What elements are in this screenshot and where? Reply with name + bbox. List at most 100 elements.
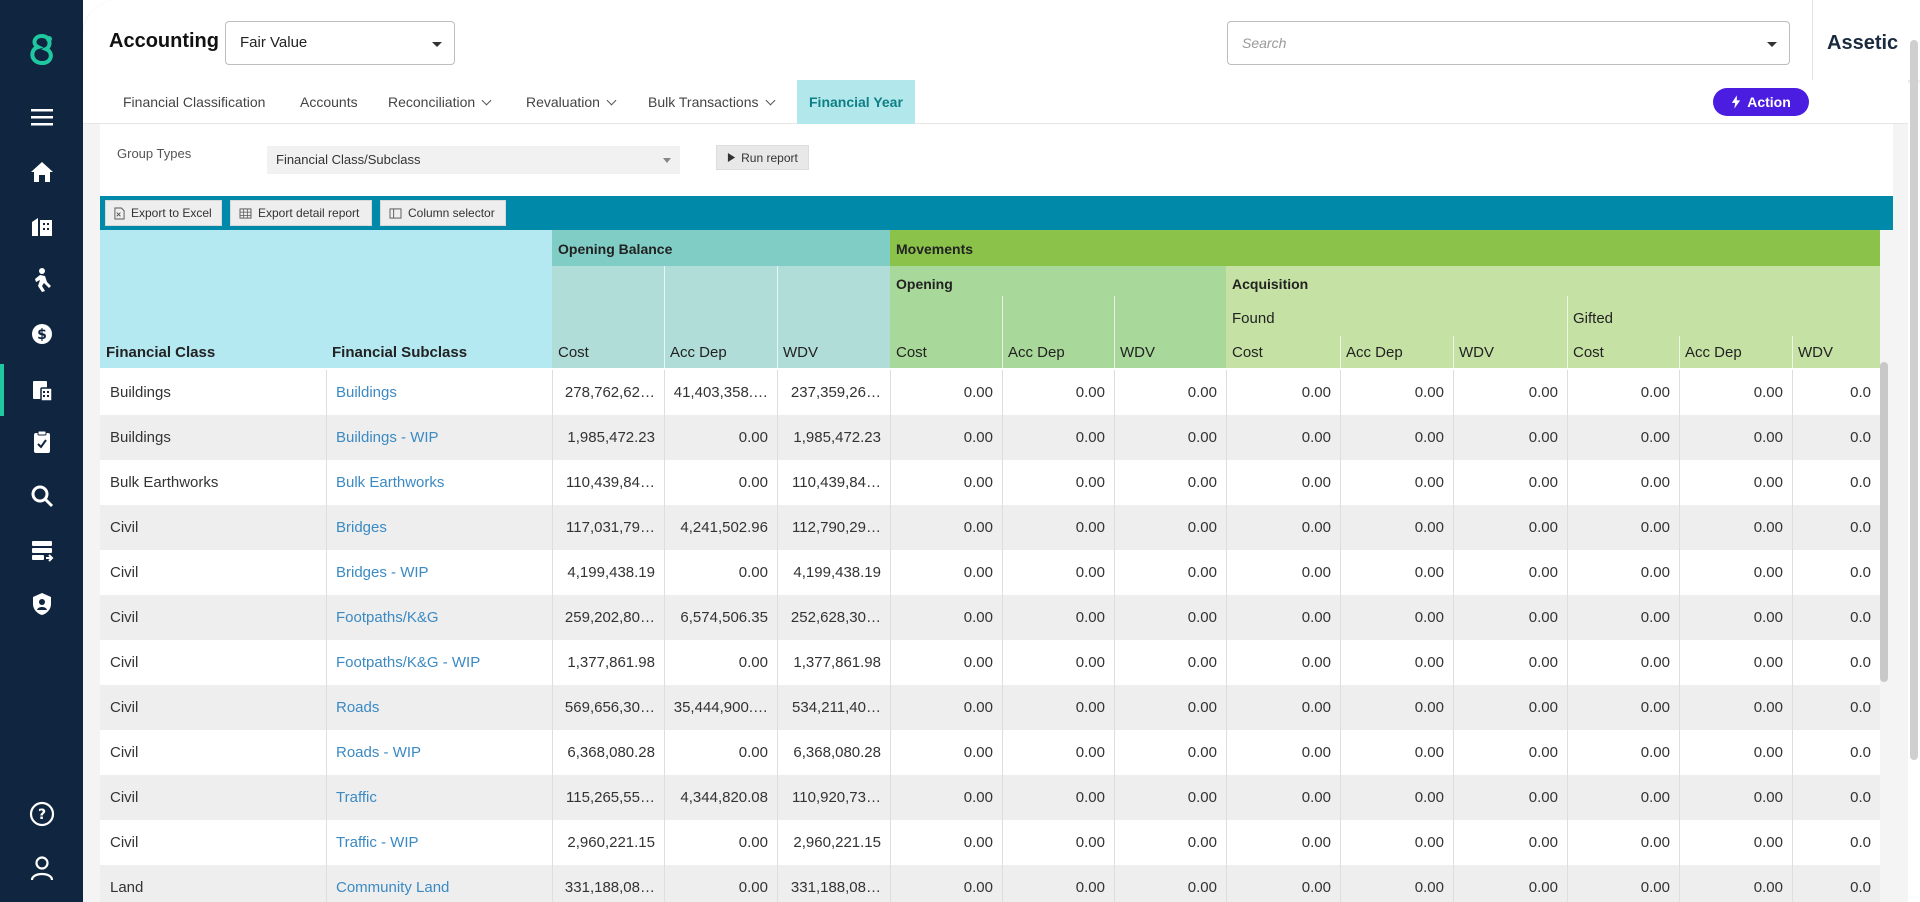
table-row[interactable]: Civil Bridges - WIP 4,199,438.19 0.00 4,199,… bbox=[100, 550, 1880, 595]
cell-value: 0.00 bbox=[1640, 384, 1670, 401]
mode-select[interactable]: Fair Value bbox=[225, 21, 455, 65]
header-acc-dep[interactable]: Acc Dep bbox=[664, 344, 727, 361]
tab-financial-year[interactable]: Financial Year bbox=[797, 80, 915, 124]
table-row[interactable]: Civil Footpaths/K&G 259,202,80… 6,574,506.3… bbox=[100, 595, 1880, 640]
table-row[interactable]: Civil Bridges 117,031,79… 4,241,502.96 112,7… bbox=[100, 505, 1880, 550]
caret-down-icon bbox=[1767, 42, 1777, 47]
tab-revaluation[interactable]: Revaluation bbox=[526, 80, 617, 124]
cell-financial-subclass-link[interactable]: Traffic bbox=[326, 775, 552, 820]
table-row[interactable]: Civil Roads 569,656,30… 35,444,900.… 534,211… bbox=[100, 685, 1880, 730]
search-icon[interactable] bbox=[0, 476, 83, 516]
header-gifted: Gifted bbox=[1573, 310, 1614, 327]
tab-reconciliation[interactable]: Reconciliation bbox=[388, 80, 492, 124]
cell-value: 278,762,62… bbox=[564, 384, 655, 401]
page-scrollbar[interactable] bbox=[1910, 40, 1918, 760]
header-financial-class[interactable]: Financial Class bbox=[100, 344, 215, 361]
header-financial-subclass[interactable]: Financial Subclass bbox=[326, 344, 467, 361]
header-wdv[interactable]: WDV bbox=[1114, 344, 1155, 361]
table-row[interactable]: Land Community Land 331,188,08… 0.00 331,188… bbox=[100, 865, 1880, 902]
header-acc-dep[interactable]: Acc Dep bbox=[1340, 344, 1403, 361]
task-icon[interactable] bbox=[0, 422, 83, 462]
header-cost[interactable]: Cost bbox=[1567, 344, 1604, 361]
buildings-icon[interactable] bbox=[0, 206, 83, 246]
app-title: Accounting bbox=[109, 30, 219, 52]
cell-value: 1,377,861.98 bbox=[793, 654, 881, 671]
grid-scrollbar[interactable] bbox=[1880, 362, 1888, 682]
table-row[interactable]: Civil Traffic 115,265,55… 4,344,820.08 110,9… bbox=[100, 775, 1880, 820]
cell-value: 0.00 bbox=[1528, 384, 1558, 401]
cell-financial-subclass-link[interactable]: Roads - WIP bbox=[326, 730, 552, 775]
header-acc-dep[interactable]: Acc Dep bbox=[1679, 344, 1742, 361]
header-divider bbox=[1340, 336, 1341, 368]
cell-value: 112,790,29… bbox=[792, 519, 881, 536]
cell-value: 4,241,502.96 bbox=[680, 519, 768, 536]
cell-value: 0.00 bbox=[963, 744, 993, 761]
header-wdv[interactable]: WDV bbox=[1792, 344, 1833, 361]
tab-accounts[interactable]: Accounts bbox=[300, 80, 358, 124]
cell-value: 0.00 bbox=[1753, 519, 1783, 536]
table-row[interactable]: Civil Footpaths/K&G - WIP 1,377,861.98 0.00… bbox=[100, 640, 1880, 685]
cell-value: 0.00 bbox=[1075, 744, 1105, 761]
cell-financial-subclass-link[interactable]: Footpaths/K&G bbox=[326, 595, 552, 640]
header-cost[interactable]: Cost bbox=[1226, 344, 1263, 361]
table-row[interactable]: Buildings Buildings 278,762,62… 41,403,358.… bbox=[100, 370, 1880, 415]
header-divider bbox=[777, 266, 778, 368]
cell-value: 0.00 bbox=[1075, 654, 1105, 671]
help-icon[interactable]: ? bbox=[0, 794, 83, 834]
cell-value: 0.00 bbox=[963, 654, 993, 671]
menu-icon[interactable] bbox=[0, 97, 83, 137]
group-types-select[interactable]: Financial Class/Subclass bbox=[267, 146, 680, 174]
cell-value: 0.0 bbox=[1850, 789, 1871, 806]
column-selector-button[interactable]: Column selector bbox=[380, 200, 506, 226]
home-icon[interactable] bbox=[0, 152, 83, 192]
cell-financial-subclass-link[interactable]: Bridges bbox=[326, 505, 552, 550]
cell-value: 0.00 bbox=[963, 834, 993, 851]
cell-value: 331,188,08… bbox=[790, 879, 881, 896]
user-icon[interactable] bbox=[0, 848, 83, 888]
table-row[interactable]: Civil Roads - WIP 6,368,080.28 0.00 6,368,08… bbox=[100, 730, 1880, 775]
cell-financial-subclass-link[interactable]: Roads bbox=[326, 685, 552, 730]
cell-financial-class: Civil bbox=[110, 789, 139, 806]
data-transfer-icon[interactable] bbox=[0, 530, 83, 570]
search-placeholder: Search bbox=[1242, 35, 1287, 51]
cell-value: 331,188,08… bbox=[564, 879, 655, 896]
header-cost[interactable]: Cost bbox=[552, 344, 589, 361]
finance-icon[interactable]: $ bbox=[0, 314, 83, 354]
cell-value: 0.00 bbox=[1640, 519, 1670, 536]
cell-value: 0.00 bbox=[1301, 789, 1331, 806]
header-wdv[interactable]: WDV bbox=[777, 344, 818, 361]
cell-financial-subclass-link[interactable]: Bridges - WIP bbox=[326, 550, 552, 595]
svg-text:$: $ bbox=[37, 327, 47, 343]
action-button[interactable]: Action bbox=[1713, 88, 1809, 116]
header-acc-dep[interactable]: Acc Dep bbox=[1002, 344, 1065, 361]
cell-value: 0.00 bbox=[1528, 474, 1558, 491]
cell-financial-subclass-link[interactable]: Community Land bbox=[326, 865, 552, 902]
cell-financial-subclass-link[interactable]: Buildings bbox=[326, 370, 552, 415]
logo-icon[interactable] bbox=[0, 22, 83, 78]
table-row[interactable]: Buildings Buildings - WIP 1,985,472.23 0.00… bbox=[100, 415, 1880, 460]
tab-financial-classification[interactable]: Financial Classification bbox=[123, 80, 265, 124]
cell-financial-subclass-link[interactable]: Buildings - WIP bbox=[326, 415, 552, 460]
security-icon[interactable] bbox=[0, 584, 83, 624]
cell-value: 0.00 bbox=[1301, 654, 1331, 671]
cell-financial-subclass-link[interactable]: Footpaths/K&G - WIP bbox=[326, 640, 552, 685]
cell-financial-subclass-link[interactable]: Traffic - WIP bbox=[326, 820, 552, 865]
column-selector-label: Column selector bbox=[408, 206, 495, 220]
accounting-icon[interactable] bbox=[0, 370, 83, 410]
search-input[interactable]: Search bbox=[1227, 21, 1790, 65]
cell-value: 0.00 bbox=[1301, 519, 1331, 536]
cell-value: 0.00 bbox=[1414, 654, 1444, 671]
run-report-button[interactable]: Run report bbox=[716, 145, 809, 170]
table-row[interactable]: Civil Traffic - WIP 2,960,221.15 0.00 2,960,… bbox=[100, 820, 1880, 865]
cell-financial-subclass-link[interactable]: Bulk Earthworks bbox=[326, 460, 552, 505]
cell-financial-class: Civil bbox=[110, 609, 139, 626]
tab-bulk-transactions[interactable]: Bulk Transactions bbox=[648, 80, 775, 124]
run-report-label: Run report bbox=[741, 150, 798, 165]
header-wdv[interactable]: WDV bbox=[1453, 344, 1494, 361]
export-excel-button[interactable]: Export to Excel bbox=[105, 200, 222, 226]
cell-value: 0.00 bbox=[1187, 609, 1217, 626]
worker-icon[interactable] bbox=[0, 260, 83, 300]
table-row[interactable]: Bulk Earthworks Bulk Earthworks 110,439,84… bbox=[100, 460, 1880, 505]
header-cost[interactable]: Cost bbox=[890, 344, 927, 361]
export-detail-button[interactable]: Export detail report bbox=[230, 200, 372, 226]
